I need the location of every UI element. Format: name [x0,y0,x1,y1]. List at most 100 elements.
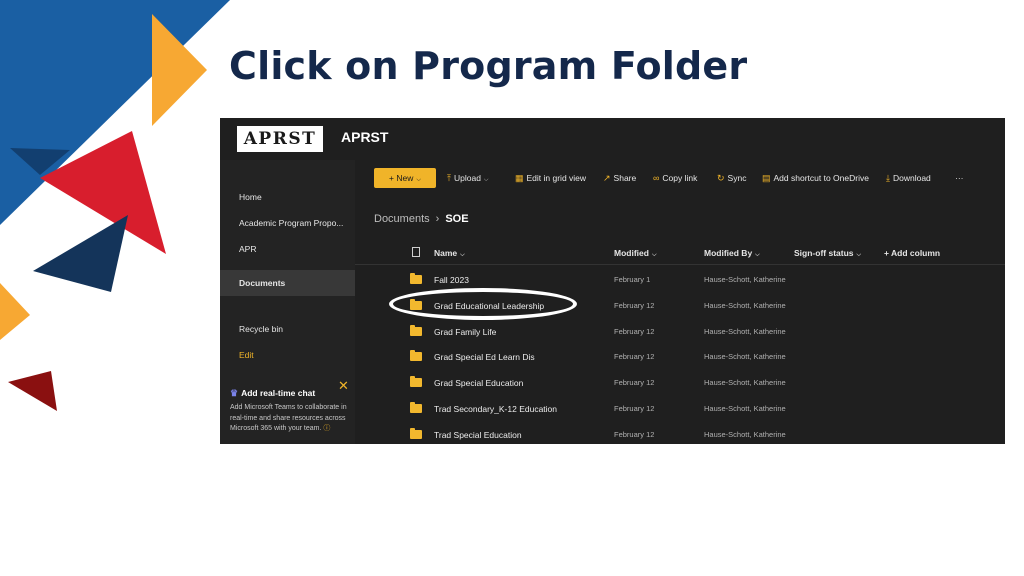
breadcrumb-current: SOE [445,213,469,225]
breadcrumb-documents[interactable]: Documents [374,213,430,225]
download-label: Download [892,173,931,183]
download-button[interactable]: ⤓ Download [886,168,931,188]
sync-icon: ↻ [717,173,725,183]
nav-item-academic-program-proposals[interactable]: Academic Program Propo... [220,210,355,236]
column-modified-by-label: Modified By [704,248,753,258]
link-icon: ∞ [653,173,660,183]
nav-item-documents[interactable]: Documents [220,270,355,296]
highlight-oval [389,288,577,320]
chat-title-text: Add real-time chat [241,388,316,398]
copy-link-label: Copy link [662,173,698,183]
row-modified-by: Hause-Schott, Katherine M [704,378,788,387]
column-signoff-status[interactable]: Sign-off status ⌵ [794,248,861,259]
row-modified-by: Hause-Schott, Katherine M [704,404,788,413]
row-modified: February 1 [614,275,651,284]
chevron-down-icon: ⌵ [483,177,489,183]
upload-label: Upload [453,173,481,183]
row-modified-by: Hause-Schott, Katherine M [704,352,788,361]
site-title[interactable]: APRST [341,129,388,145]
table-row[interactable]: Grad Special Education February 12 Hause… [355,370,1005,396]
folder-icon [410,402,422,413]
column-header-row: Name ⌵ Modified ⌵ Modified By ⌵ Sign-off st… [355,244,1005,265]
chevron-down-icon: ⌵ [651,252,657,258]
column-signoff-label: Sign-off status [794,248,854,258]
column-name[interactable]: Name ⌵ [434,248,465,259]
darkred-triangle [8,371,57,411]
chevron-down-icon: ⌵ [755,252,760,258]
column-modified[interactable]: Modified ⌵ [614,248,657,259]
folder-icon [410,376,422,387]
plus-icon: + [389,173,394,183]
breadcrumb: Documents › SOE [374,213,469,225]
sync-label: Sync [727,173,747,183]
new-button-label: New [396,173,414,183]
chevron-down-icon: ⌵ [460,252,465,258]
edit-grid-label: Edit in grid view [526,173,587,183]
grid-icon: ▦ [515,173,524,183]
row-name[interactable]: Grad Special Education [434,370,523,396]
folder-icon [410,428,422,439]
table-row[interactable]: Trad Secondary_K-12 Education February 1… [355,396,1005,422]
sync-button[interactable]: ↻ Sync [717,168,746,188]
share-label: Share [613,173,637,183]
breadcrumb-separator: › [435,213,440,225]
new-button[interactable]: + New ⌵ [374,168,436,188]
row-name[interactable]: Grad Family Life [434,319,496,345]
sharepoint-screenshot: APRST APRST Home Academic Program Propo.… [220,118,1005,444]
row-modified: February 12 [614,404,655,413]
column-modified-label: Modified [614,248,649,258]
upload-button[interactable]: ⤒ Upload ⌵ [447,168,488,188]
column-name-label: Name [434,248,458,258]
share-icon: ↗ [603,173,611,183]
add-shortcut-button[interactable]: ▤ Add shortcut to OneDrive [762,168,869,188]
command-bar: + New ⌵ ⤒ Upload ⌵ ▦ Edit in grid view ↗ Shar… [355,160,1005,194]
chat-panel-title: ♛ Add real-time chat [230,388,315,399]
decorative-shapes [0,0,230,411]
file-type-icon[interactable] [412,247,420,257]
nav-item-recycle-bin[interactable]: Recycle bin [220,316,355,342]
row-modified-by: Hause-Schott, Katherine M [704,430,788,439]
folder-icon [410,325,422,336]
table-row[interactable]: Trad Special Education February 12 Hause… [355,422,1005,444]
row-modified: February 12 [614,430,655,439]
site-logo-text: APRST [243,129,317,149]
row-modified: February 12 [614,378,655,387]
chevron-down-icon: ⌵ [416,177,421,183]
orange-triangle-left [0,283,30,340]
folder-icon [410,273,422,284]
edit-grid-view-button[interactable]: ▦ Edit in grid view [515,168,586,188]
nav-edit-link[interactable]: Edit [220,342,355,368]
row-modified: February 12 [614,301,655,310]
teams-icon: ♛ [230,388,239,398]
folder-icon [410,350,422,361]
row-name[interactable]: Trad Special Education [434,422,522,444]
left-navigation: Home Academic Program Propo... APR Share… [220,160,355,444]
share-button[interactable]: ↗ Share [603,168,636,188]
row-modified-by: Hause-Schott, Katherine M [704,327,788,336]
navy-triangle-large [33,215,128,292]
chat-panel-body: Add Microsoft Teams to collaborate in re… [230,403,348,435]
download-icon: ⤓ [886,173,890,183]
shortcut-icon: ▤ [762,173,771,183]
row-modified: February 12 [614,327,655,336]
row-modified-by: Hause-Schott, Katherine M [704,301,788,310]
row-modified: February 12 [614,352,655,361]
table-row[interactable]: Grad Family Life February 12 Hause-Schot… [355,319,1005,345]
info-icon[interactable]: ⓘ [323,425,330,432]
row-name[interactable]: Trad Secondary_K-12 Education [434,396,557,422]
add-shortcut-label: Add shortcut to OneDrive [773,173,869,183]
nav-item-apr[interactable]: APR [220,236,355,262]
row-name[interactable]: Grad Special Ed Learn Dis [434,344,535,370]
copy-link-button[interactable]: ∞ Copy link [653,168,697,188]
more-options-button[interactable]: ··· [955,168,964,188]
column-modified-by[interactable]: Modified By ⌵ [704,248,760,259]
upload-icon: ⤒ [447,173,451,183]
nav-item-home[interactable]: Home [220,184,355,210]
slide-title: Click on Program Folder [229,44,748,88]
site-logo[interactable]: APRST [237,126,323,152]
close-icon[interactable]: ✕ [338,378,349,394]
table-row[interactable]: Grad Special Ed Learn Dis February 12 Ha… [355,344,1005,370]
chevron-down-icon: ⌵ [856,252,862,258]
add-column-button[interactable]: + Add column [884,248,940,258]
row-modified-by: Hause-Schott, Katherine M [704,275,788,284]
